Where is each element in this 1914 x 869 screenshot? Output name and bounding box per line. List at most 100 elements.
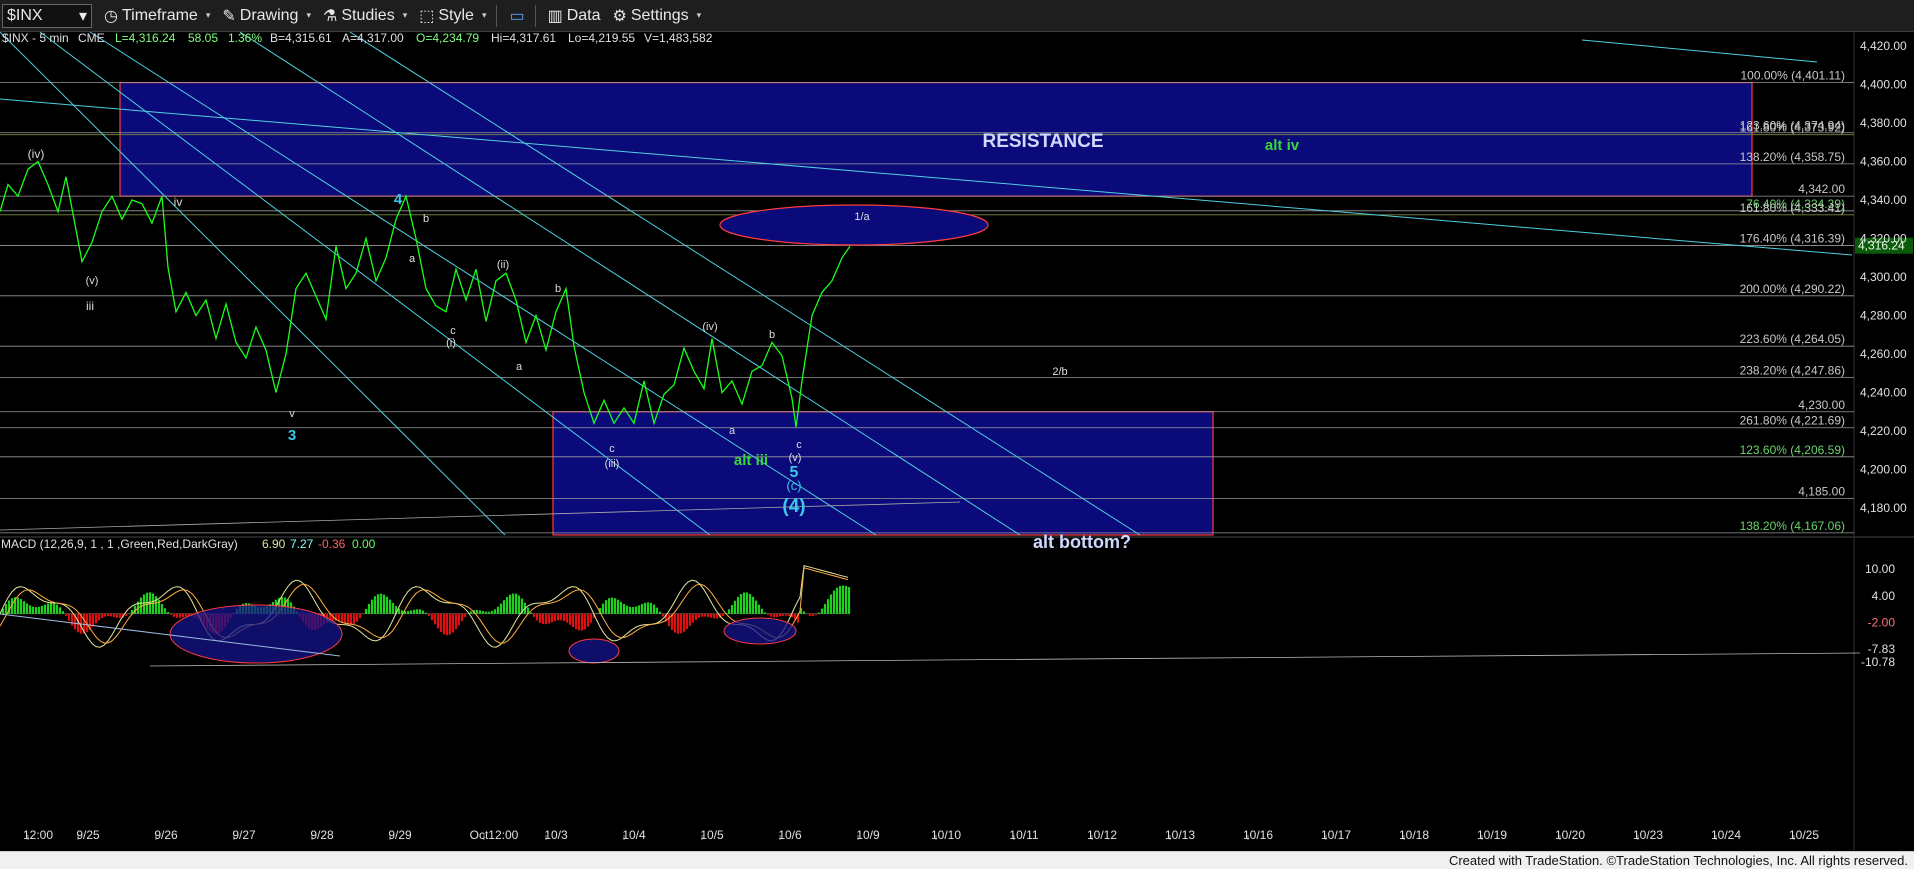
- header-field: O=4,234.79: [416, 32, 479, 45]
- x-tick-label: 9/27: [232, 828, 256, 842]
- price-chart[interactable]: 100.00% (4,401.11)123.60% (4,374.94)161.…: [0, 32, 1914, 850]
- symbol-label: $INX: [7, 6, 43, 24]
- macd-value: 6.90: [262, 537, 286, 551]
- wave-label: (iii): [605, 458, 620, 470]
- level-label: 138.20% (4,167.06): [1740, 519, 1845, 533]
- x-tick-label: 10/5: [700, 828, 724, 842]
- level-label: 261.80% (4,221.69): [1740, 414, 1845, 428]
- level-label: 100.00% (4,401.11): [1740, 68, 1845, 82]
- wave-label: 3: [288, 427, 296, 444]
- macd-trend-line: [149, 652, 1861, 667]
- price-tick-label: 4,320.00: [1860, 232, 1907, 246]
- wave-label: b: [555, 283, 561, 295]
- wave-label: c: [796, 439, 802, 451]
- x-tick-label: 10/11: [1009, 828, 1038, 842]
- x-tick-label: 10/24: [1711, 828, 1741, 842]
- wave-label: (4): [782, 496, 805, 517]
- macd-tick-label: -10.78: [1861, 655, 1895, 669]
- x-tick-label: 10/13: [1165, 828, 1195, 842]
- data-menu[interactable]: ▥ Data: [548, 6, 601, 26]
- wave-label: a: [409, 253, 416, 265]
- macd-ellipse: [723, 617, 797, 645]
- wave-label: b: [769, 329, 775, 341]
- wave-label: (iv): [702, 321, 717, 333]
- macd-ellipse: [169, 604, 343, 664]
- chevron-down-icon: ▾: [696, 10, 702, 20]
- wave-label: c: [609, 443, 615, 455]
- wave-label: a: [516, 361, 523, 373]
- drawing-menu[interactable]: ✎ Drawing ▾: [222, 6, 311, 26]
- macd-title: MACD (12,26,9, 1 , 1 ,Green,Red,DarkGray…: [1, 537, 238, 551]
- alt-bottom-label: alt bottom?: [1033, 532, 1131, 552]
- price-tick-label: 4,380.00: [1860, 116, 1907, 130]
- price-tick-label: 4,360.00: [1860, 155, 1907, 169]
- level-label: 223.60% (4,264.05): [1740, 332, 1845, 346]
- toolbar: $INX ▾ ◷ Timeframe ▾ ✎ Drawing ▾ ⚗ Studies…: [0, 0, 1914, 32]
- level-label: 200.00% (4,290.22): [1740, 282, 1845, 296]
- wave-label: c: [450, 325, 456, 337]
- macd-tick-label: -7.83: [1868, 642, 1896, 656]
- x-tick-label: 9/25: [76, 828, 100, 842]
- wave-label: iv: [174, 195, 183, 209]
- x-tick-label: 10/23: [1633, 828, 1663, 842]
- chevron-down-icon: ▾: [481, 10, 487, 20]
- timeframe-label: Timeframe: [121, 6, 198, 24]
- wave-label: (c): [786, 478, 801, 493]
- x-tick-label: Oct12:00: [470, 828, 519, 842]
- header-field: A=4,317.00: [342, 32, 404, 45]
- x-tick-label: 9/28: [310, 828, 334, 842]
- wave-label: (v): [86, 275, 99, 287]
- price-tick-label: 4,340.00: [1860, 193, 1907, 207]
- wave-label: 2/b: [1052, 366, 1067, 378]
- chevron-down-icon: ▾: [205, 10, 211, 20]
- x-tick-label: 10/18: [1399, 828, 1429, 842]
- gear-icon: ⚙: [612, 7, 627, 25]
- price-tick-label: 4,420.00: [1860, 39, 1907, 53]
- style-menu[interactable]: ⬚ Style ▾: [419, 6, 486, 26]
- x-tick-label: 10/16: [1243, 828, 1273, 842]
- x-tick-label: 10/20: [1555, 828, 1585, 842]
- header-field: L=4,316.24: [115, 32, 176, 45]
- level-label: 138.20% (4,358.75): [1740, 150, 1845, 164]
- level-label: 4,230.00: [1798, 398, 1845, 412]
- macd-value: -0.36: [318, 537, 346, 551]
- macd-tick-label: 10.00: [1865, 562, 1895, 576]
- wave-label: (v): [789, 452, 802, 464]
- symbol-selector[interactable]: $INX ▾: [2, 3, 92, 28]
- pencil-icon: ✎: [222, 7, 236, 25]
- header-field: $INX - 5 min: [2, 32, 69, 45]
- style-icon: ⬚: [419, 7, 435, 25]
- level-label: 238.20% (4,247.86): [1740, 363, 1845, 377]
- wave-label: b: [423, 213, 429, 225]
- price-tick-label: 4,220.00: [1860, 424, 1907, 438]
- studies-label: Studies: [341, 6, 395, 24]
- x-tick-label: 10/3: [544, 828, 568, 842]
- header-field: V=1,483,582: [644, 32, 713, 45]
- level-label: 161.80% (4,373.92): [1740, 121, 1845, 135]
- wave-label: (iv): [28, 147, 45, 161]
- clock-icon: ◷: [104, 7, 118, 25]
- x-tick-label: 10/25: [1789, 828, 1819, 842]
- studies-menu[interactable]: ⚗ Studies ▾: [323, 6, 407, 26]
- wave-label: a: [729, 425, 736, 437]
- resistance-label: RESISTANCE: [982, 131, 1103, 152]
- zone-resistance: [119, 81, 1753, 197]
- macd-ellipse: [568, 638, 620, 664]
- macd-tick-label: -2.00: [1868, 616, 1896, 630]
- wave-label: alt iv: [1265, 137, 1300, 154]
- layout-toggle[interactable]: ▭: [509, 6, 524, 26]
- drawing-label: Drawing: [239, 6, 299, 24]
- footer: Created with TradeStation. ©TradeStation…: [0, 851, 1914, 869]
- chevron-down-icon: ▾: [402, 10, 408, 20]
- x-tick-label: 10/17: [1321, 828, 1351, 842]
- header-field: 1.36%: [228, 32, 262, 45]
- data-label: Data: [566, 6, 601, 24]
- macd-value: 7.27: [290, 537, 314, 551]
- price-tick-label: 4,260.00: [1860, 347, 1907, 361]
- copyright-text: Created with TradeStation. ©TradeStation…: [1448, 853, 1908, 868]
- price-tick-label: 4,200.00: [1860, 463, 1907, 477]
- timeframe-menu[interactable]: ◷ Timeframe ▾: [104, 6, 210, 26]
- price-tick-label: 4,280.00: [1860, 309, 1907, 323]
- toolbar-divider: [496, 4, 498, 27]
- settings-menu[interactable]: ⚙ Settings ▾: [613, 6, 702, 26]
